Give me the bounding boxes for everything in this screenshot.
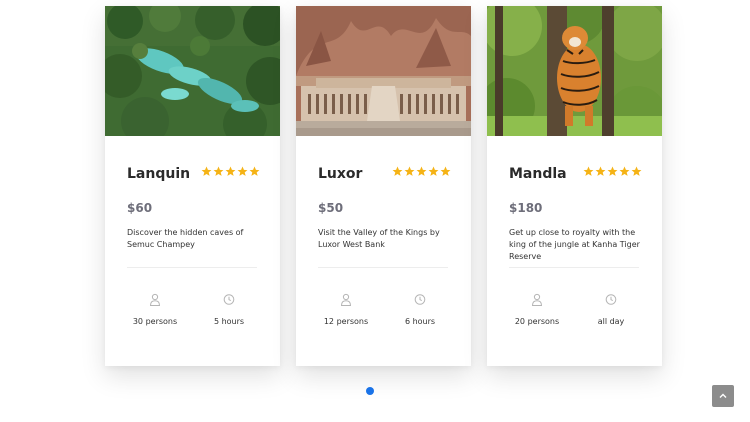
tour-duration: all day xyxy=(597,317,625,326)
tour-title[interactable]: Luxor xyxy=(318,166,362,182)
tour-price: $180 xyxy=(509,201,543,215)
scroll-to-top-button[interactable] xyxy=(712,385,734,407)
clock-icon xyxy=(605,293,617,306)
tour-description: Discover the hidden caves of Semuc Champ… xyxy=(127,228,244,249)
star-icon xyxy=(201,166,212,176)
star-icon xyxy=(225,166,236,176)
tour-duration: 5 hours xyxy=(213,317,245,326)
star-icon xyxy=(237,166,248,176)
tour-group-size: 20 persons xyxy=(514,317,560,326)
tour-group-size: 12 persons xyxy=(323,317,369,326)
star-icon xyxy=(440,166,451,176)
chevron-up-icon xyxy=(719,393,727,398)
rating-stars xyxy=(201,166,260,177)
star-icon xyxy=(619,166,630,176)
user-icon xyxy=(149,293,161,306)
card-divider xyxy=(127,267,257,268)
tour-duration: 6 hours xyxy=(404,317,436,326)
carousel-page-dot[interactable] xyxy=(366,387,374,395)
tour-price: $60 xyxy=(127,201,153,215)
star-icon xyxy=(213,166,224,176)
star-icon xyxy=(607,166,618,176)
tour-card-lanquin[interactable]: Lanquin $60 Discover the hidden caves of… xyxy=(105,6,280,366)
clock-icon xyxy=(414,293,426,306)
tour-description: Get up close to royalty with the king of… xyxy=(509,228,640,261)
tour-image-luxor[interactable] xyxy=(296,6,471,136)
card-divider xyxy=(509,267,639,268)
tour-image-lanquin[interactable] xyxy=(105,6,280,136)
star-icon xyxy=(595,166,606,176)
tour-price: $50 xyxy=(318,201,344,215)
star-icon xyxy=(392,166,403,176)
user-icon xyxy=(340,293,352,306)
star-icon xyxy=(416,166,427,176)
tour-card-mandla[interactable]: Mandla $180 Get up close to royalty with… xyxy=(487,6,662,366)
clock-icon xyxy=(223,293,235,306)
star-icon xyxy=(428,166,439,176)
star-icon xyxy=(404,166,415,176)
rating-stars xyxy=(583,166,642,177)
tour-title[interactable]: Mandla xyxy=(509,166,567,182)
card-divider xyxy=(318,267,448,268)
user-icon xyxy=(531,293,543,306)
star-icon xyxy=(631,166,642,176)
tour-title[interactable]: Lanquin xyxy=(127,166,190,182)
tour-carousel: Lanquin $60 Discover the hidden caves of… xyxy=(0,0,750,422)
tour-image-mandla[interactable] xyxy=(487,6,662,136)
star-icon xyxy=(249,166,260,176)
tour-description: Visit the Valley of the Kings by Luxor W… xyxy=(318,228,440,249)
star-icon xyxy=(583,166,594,176)
tour-card-luxor[interactable]: Luxor $50 Visit the Valley of the Kings … xyxy=(296,6,471,366)
tour-group-size: 30 persons xyxy=(132,317,178,326)
rating-stars xyxy=(392,166,451,177)
